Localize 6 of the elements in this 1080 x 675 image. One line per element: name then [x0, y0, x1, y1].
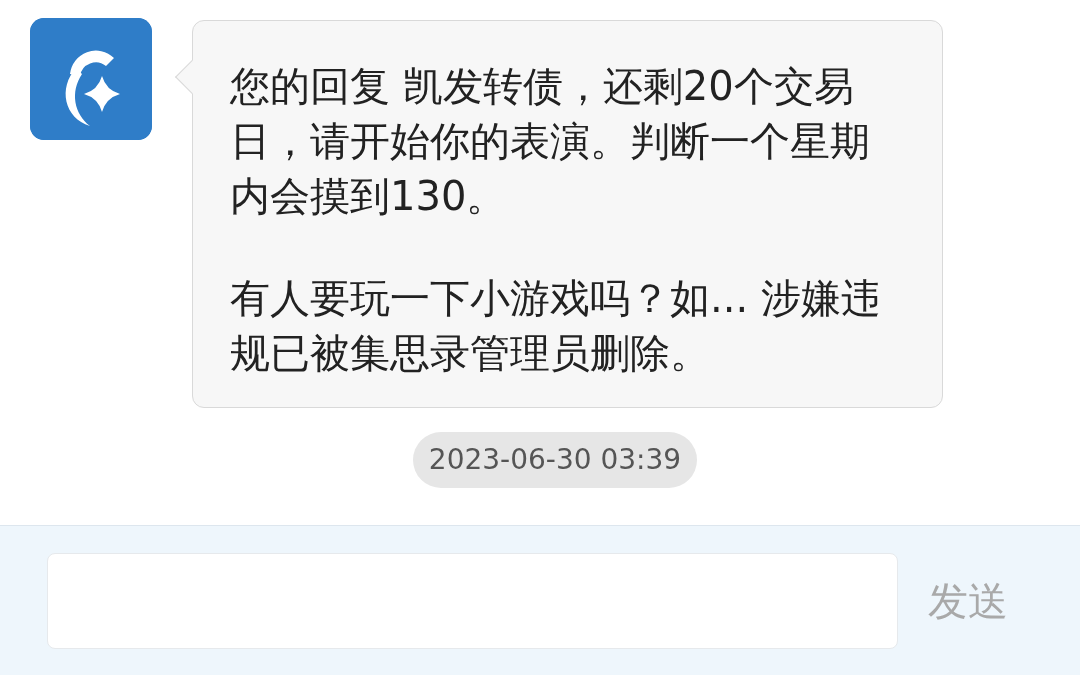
- send-button[interactable]: 发送: [928, 553, 1008, 649]
- avatar-logo-icon: [30, 18, 152, 140]
- message-input-field[interactable]: [47, 553, 898, 649]
- message-text: 您的回复 凯发转债，还剩20个交易日，请开始你的表演。判断一个星期内会摸到130。: [230, 62, 871, 221]
- message-text: 有人要玩一下小游戏吗？如... 涉嫌违规已被集思录管理员删除。: [230, 274, 882, 378]
- timestamp: 2023-06-30 03:39: [412, 432, 698, 488]
